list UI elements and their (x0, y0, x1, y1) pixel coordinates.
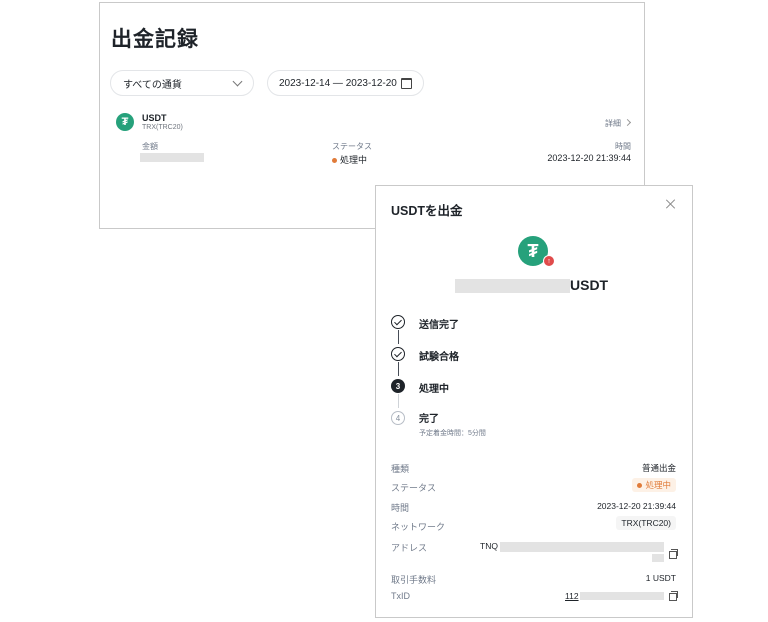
step-connector (398, 362, 399, 376)
step-active-number: 3 (391, 379, 405, 393)
step-pending-number: 4 (391, 411, 405, 425)
step-label: 送信完了 (419, 320, 459, 331)
step-label: 試験合格 (419, 352, 459, 363)
record-status: 処理中 (332, 153, 367, 166)
txid-redacted (580, 592, 664, 600)
amount-label: 金額 (142, 142, 158, 151)
time-value: 2023-12-20 21:39:44 (597, 501, 676, 511)
record-detail-link[interactable]: 詳細 (605, 118, 632, 129)
status-value: 処理中 (645, 480, 671, 490)
time-label: 時間 (391, 503, 410, 513)
txid-label: TxID (391, 591, 410, 601)
status-label: ステータス (391, 483, 437, 493)
date-range-value: 2023-12-14 ― 2023-12-20 (279, 77, 397, 89)
calendar-icon (401, 77, 412, 89)
address-label: アドレス (391, 543, 428, 553)
close-icon[interactable] (665, 198, 677, 210)
time-label: 時間 (615, 142, 631, 151)
network-value: TRX(TRC20) (616, 516, 676, 530)
estimated-arrival: 予定着金時間：5分間 (419, 430, 486, 437)
step-label: 完了 (419, 414, 439, 425)
type-value: 普通出金 (641, 463, 676, 473)
copy-icon[interactable] (669, 549, 678, 559)
step-label: 処理中 (419, 384, 449, 395)
tether-icon: ₮ (116, 113, 134, 131)
txid-link[interactable]: 112 (565, 591, 579, 601)
address-redacted (652, 554, 664, 562)
chevron-down-icon (232, 76, 243, 86)
network-label: ネットワーク (391, 522, 446, 532)
type-label: 種類 (391, 464, 410, 474)
step-connector (398, 394, 399, 408)
currency-filter-select[interactable]: すべての通貨 (110, 70, 254, 96)
modal-title: USDTを出金 (391, 204, 463, 218)
status-badge: 処理中 (632, 478, 676, 492)
status-dot-icon (637, 483, 643, 489)
amount-unit: USDT (570, 277, 609, 293)
record-network: TRX(TRC20) (142, 124, 183, 131)
currency-filter-value: すべての通貨 (123, 79, 182, 91)
check-icon (394, 317, 402, 325)
withdraw-badge-icon: ↑ (543, 255, 555, 267)
record-detail-label: 詳細 (605, 119, 621, 128)
status-dot-icon (332, 158, 337, 164)
record-time: 2023-12-20 21:39:44 (547, 153, 631, 163)
chevron-right-icon (623, 118, 632, 127)
amount-redacted (140, 153, 204, 162)
status-label: ステータス (332, 142, 372, 151)
withdraw-detail-modal: USDTを出金 ₮ ↑ USDT 送信完了 試験合格 3 処理中 4 完了 予定… (375, 185, 693, 618)
fee-label: 取引手数料 (391, 575, 437, 585)
record-status-value: 処理中 (340, 155, 368, 165)
copy-icon[interactable] (669, 591, 678, 601)
page-title: 出金記録 (111, 28, 199, 51)
step-connector (398, 330, 399, 344)
step-done-icon (391, 347, 405, 361)
check-icon (394, 349, 402, 357)
record-coin-name: USDT (142, 113, 167, 123)
address-redacted (500, 542, 664, 552)
fee-value: 1 USDT (645, 573, 676, 583)
address-prefix: TNQ (480, 541, 498, 551)
step-done-icon (391, 315, 405, 329)
network-badge: TRX(TRC20) (616, 516, 676, 530)
amount-redacted (455, 279, 570, 293)
date-range-picker[interactable]: 2023-12-14 ― 2023-12-20 (267, 70, 424, 96)
